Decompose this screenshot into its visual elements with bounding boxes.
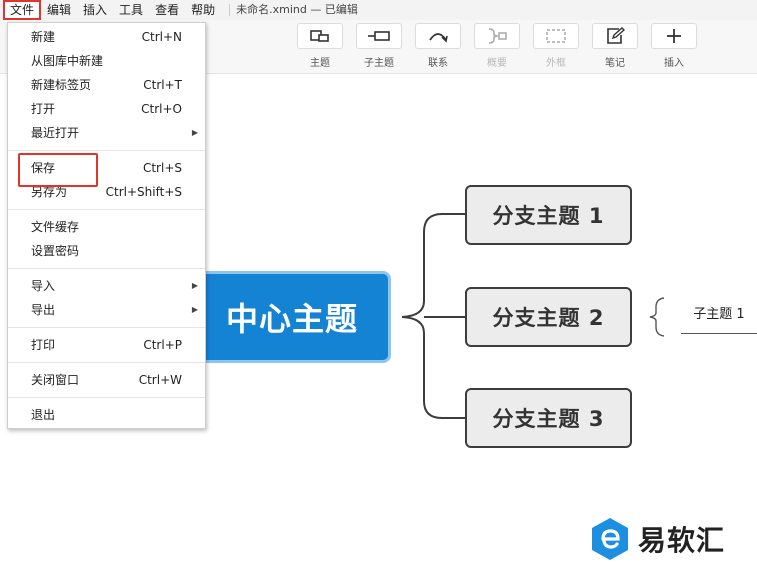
save-highlight-box xyxy=(18,153,98,187)
menu-separator xyxy=(8,397,205,398)
relationship-label: 联系 xyxy=(428,58,448,69)
subtopic-button[interactable]: 子主题 xyxy=(355,23,403,69)
menu-insert[interactable]: 插入 xyxy=(77,0,113,20)
menu-edit[interactable]: 编辑 xyxy=(41,0,77,20)
window-title: 未命名.xmind — 已编辑 xyxy=(229,4,358,16)
branch-topic-3[interactable]: 分支主题 3 xyxy=(465,388,632,448)
note-button[interactable]: 笔记 xyxy=(591,23,639,69)
menu-item-label: 最近打开 xyxy=(31,126,80,140)
submenu-arrow-icon: ▶ xyxy=(191,305,198,314)
menu-item-recent[interactable]: 最近打开 ▶ xyxy=(8,121,205,145)
menu-view[interactable]: 查看 xyxy=(149,0,185,20)
menu-item-label: 打印 xyxy=(31,338,56,352)
menu-item-label: 文件缓存 xyxy=(31,220,80,234)
menu-separator xyxy=(8,362,205,363)
branch-topic-2[interactable]: 分支主题 2 xyxy=(465,287,632,347)
menu-item-label: 打开 xyxy=(31,102,56,116)
menu-item-shortcut: Ctrl+P xyxy=(143,338,182,352)
submenu-arrow-icon: ▶ xyxy=(191,281,198,290)
menu-separator xyxy=(8,327,205,328)
subtopic-1[interactable]: 子主题 1 xyxy=(681,300,757,334)
menu-item-shortcut: Ctrl+N xyxy=(141,30,182,44)
menu-item-import[interactable]: 导入 ▶ xyxy=(8,274,205,298)
menu-item-label: 从图库中新建 xyxy=(31,54,104,68)
boundary-icon xyxy=(546,29,566,43)
menu-item-file-cache[interactable]: 文件缓存 xyxy=(8,215,205,239)
summary-label: 概要 xyxy=(487,58,507,69)
menu-item-label: 导入 xyxy=(31,279,56,293)
menu-item-shortcut: Ctrl+T xyxy=(143,78,182,92)
menu-item-shortcut: Ctrl+O xyxy=(141,102,182,116)
menu-item-close-window[interactable]: 关闭窗口 Ctrl+W xyxy=(8,368,205,392)
central-topic[interactable]: 中心主题 xyxy=(196,274,388,360)
summary-icon xyxy=(488,28,507,44)
menu-item-export[interactable]: 导出 ▶ xyxy=(8,298,205,322)
boundary-label: 外框 xyxy=(546,58,566,69)
menu-tools[interactable]: 工具 xyxy=(113,0,149,20)
menu-item-label: 退出 xyxy=(31,408,56,422)
insert-button[interactable]: 插入 xyxy=(650,23,698,69)
subtopic-icon xyxy=(368,31,390,41)
plus-icon xyxy=(667,29,681,43)
menu-separator xyxy=(8,209,205,210)
menu-item-label: 新建 xyxy=(31,30,56,44)
menu-item-new-tab[interactable]: 新建标签页 Ctrl+T xyxy=(8,73,205,97)
submenu-arrow-icon: ▶ xyxy=(191,128,198,137)
relationship-icon xyxy=(429,33,448,43)
menu-separator xyxy=(8,150,205,151)
menu-item-label: 新建标签页 xyxy=(31,78,92,92)
watermark-text: 易软汇 xyxy=(638,524,726,557)
logo-icon xyxy=(592,518,628,560)
menu-item-shortcut: Ctrl+Shift+S xyxy=(105,185,182,199)
menu-item-new[interactable]: 新建 Ctrl+N xyxy=(8,25,205,49)
menu-item-print[interactable]: 打印 Ctrl+P xyxy=(8,333,205,357)
menu-file[interactable]: 文件 xyxy=(3,0,42,20)
branch-topic-1[interactable]: 分支主题 1 xyxy=(465,185,632,245)
summary-button[interactable]: 概要 xyxy=(473,23,521,69)
menu-item-shortcut: Ctrl+W xyxy=(138,373,182,387)
note-icon xyxy=(607,27,625,44)
menu-item-open[interactable]: 打开 Ctrl+O xyxy=(8,97,205,121)
topic-button[interactable]: 主题 xyxy=(296,23,344,69)
menu-separator xyxy=(8,268,205,269)
menu-item-quit[interactable]: 退出 xyxy=(8,403,205,427)
insert-label: 插入 xyxy=(664,58,684,69)
note-label: 笔记 xyxy=(605,58,625,69)
menu-item-label: 导出 xyxy=(31,303,56,317)
topic-icon xyxy=(310,30,329,42)
watermark: 易软汇 xyxy=(590,517,725,561)
menu-item-shortcut: Ctrl+S xyxy=(142,161,182,175)
subtopic-bracket xyxy=(649,297,665,337)
menu-bar: 文件 编辑 插入 工具 查看 帮助 未命名.xmind — 已编辑 xyxy=(0,0,757,20)
subtopic-label: 子主题 xyxy=(364,58,394,69)
file-menu-dropdown: 新建 Ctrl+N 从图库中新建 新建标签页 Ctrl+T 打开 Ctrl+O 最近打… xyxy=(7,22,206,429)
menu-item-set-password[interactable]: 设置密码 xyxy=(8,239,205,263)
boundary-button[interactable]: 外框 xyxy=(532,23,580,69)
relationship-button[interactable]: 联系 xyxy=(414,23,462,69)
menu-item-new-from-gallery[interactable]: 从图库中新建 xyxy=(8,49,205,73)
menu-item-label: 关闭窗口 xyxy=(31,373,80,387)
menu-item-label: 设置密码 xyxy=(31,244,80,258)
topic-label: 主题 xyxy=(310,58,330,69)
menu-help[interactable]: 帮助 xyxy=(185,0,221,20)
